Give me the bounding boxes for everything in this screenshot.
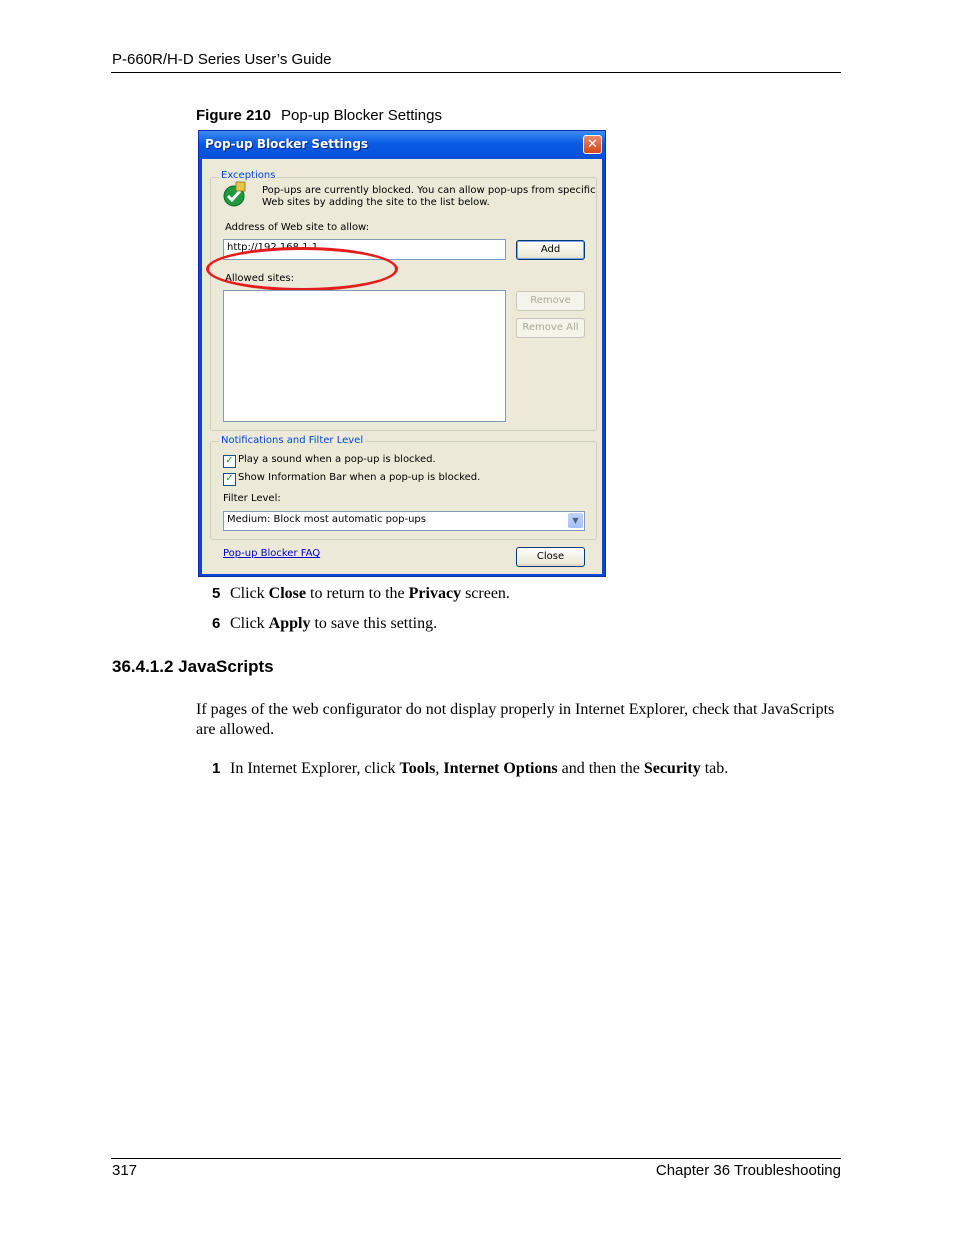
header-rule (111, 72, 841, 73)
dialog-body: Exceptions Pop-ups are currently blocked… (202, 159, 602, 574)
address-label: Address of Web site to allow: (225, 222, 370, 233)
footer-rule (111, 1158, 841, 1159)
close-icon[interactable]: ✕ (583, 135, 602, 154)
show-info-bar-checkbox[interactable]: ✓ (223, 473, 236, 486)
chevron-down-icon[interactable]: ▼ (568, 513, 583, 528)
dialog-titlebar: Pop-up Blocker Settings ✕ (199, 131, 605, 159)
show-info-bar-label: Show Information Bar when a pop-up is bl… (238, 472, 481, 483)
filter-level-value: Medium: Block most automatic pop-ups (227, 514, 426, 525)
faq-link[interactable]: Pop-up Blocker FAQ (223, 548, 320, 559)
highlight-oval (206, 247, 398, 291)
figure-title: Pop-up Blocker Settings (281, 107, 442, 124)
chapter-title: Chapter 36 Troubleshooting (655, 1162, 841, 1179)
remove-all-button[interactable]: Remove All (516, 318, 585, 338)
notifications-legend: Notifications and Filter Level (219, 435, 366, 446)
allowed-sites-label: Allowed sites: (225, 273, 295, 284)
step-6: 6 Click Apply to save this setting. (212, 615, 438, 632)
play-sound-checkbox[interactable]: ✓ (223, 455, 236, 468)
exceptions-info-line2: Web sites by adding the site to the list… (262, 197, 490, 208)
allowed-sites-list[interactable] (223, 290, 506, 422)
page-header: P-660R/H-D Series User’s Guide (112, 51, 332, 68)
step-1: 1 In Internet Explorer, click Tools, Inte… (212, 760, 729, 777)
close-button[interactable]: Close (516, 547, 585, 567)
exceptions-info-line1: Pop-ups are currently blocked. You can a… (262, 185, 596, 196)
exceptions-legend: Exceptions (219, 170, 278, 181)
step-5: 5 Click Close to return to the Privacy sc… (212, 585, 510, 602)
section-paragraph: If pages of the web configurator do not … (196, 701, 835, 738)
filter-level-select[interactable]: Medium: Block most automatic pop-ups ▼ (223, 511, 585, 531)
page-number: 317 (112, 1162, 138, 1179)
popup-blocker-dialog: Pop-up Blocker Settings ✕ Exceptions Pop… (198, 130, 606, 577)
dialog-title: Pop-up Blocker Settings (205, 137, 369, 151)
security-shield-icon (223, 181, 246, 207)
remove-button[interactable]: Remove (516, 291, 585, 311)
add-button[interactable]: Add (516, 240, 585, 260)
figure-label: Figure 210 (196, 107, 272, 124)
section-heading: 36.4.1.2 JavaScripts (112, 657, 274, 676)
figure-caption: Figure 210 Pop-up Blocker Settings (196, 107, 442, 124)
play-sound-label: Play a sound when a pop-up is blocked. (238, 454, 436, 465)
filter-level-label: Filter Level: (223, 493, 281, 504)
